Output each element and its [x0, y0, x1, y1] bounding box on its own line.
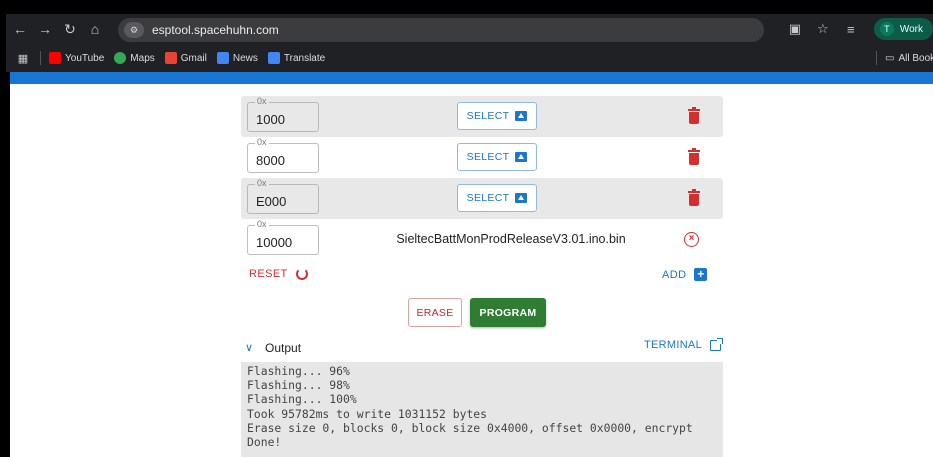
offset-field[interactable]: 0x E000 [247, 178, 319, 214]
profile-label: Work [899, 23, 923, 35]
delete-icon[interactable] [688, 148, 700, 165]
youtube-icon [49, 52, 61, 64]
console-line: Flashing... 98% [247, 378, 350, 393]
erase-button[interactable]: ERASE [408, 298, 462, 327]
bookmarks-divider [876, 51, 877, 65]
offset-prefix-label: 0x [255, 137, 269, 147]
offset-prefix-label: 0x [255, 219, 269, 229]
offset-field[interactable]: 0x 8000 [247, 137, 319, 173]
bookmark-label: News [232, 52, 258, 64]
address-bar[interactable]: ⚙ esptool.spacehuhn.com [118, 18, 764, 42]
offset-value: 8000 [256, 153, 285, 168]
flash-row: 0x 10000 SieltecBattMonProdReleaseV3.01.… [241, 219, 723, 260]
bookmark-maps[interactable]: Maps [114, 52, 155, 64]
output-title: Output [265, 341, 302, 355]
upload-icon [515, 152, 528, 162]
console-line: Done! [247, 435, 282, 450]
add-icon: + [694, 268, 708, 281]
page-content: 0x 1000 SELECT 0x 8000 SELECT 0x E000 SE… [10, 72, 933, 457]
select-file-button[interactable]: SELECT [457, 143, 537, 171]
delete-icon[interactable] [688, 189, 700, 206]
terminal-button[interactable]: TERMINAL [643, 337, 723, 351]
clear-file-icon[interactable]: × [684, 232, 699, 247]
gmail-icon [164, 52, 177, 64]
add-button[interactable]: ADD + [662, 268, 708, 281]
offset-prefix-label: 0x [255, 96, 269, 106]
reset-button[interactable]: RESET [249, 268, 308, 280]
reset-icon [295, 268, 308, 280]
news-icon [216, 52, 229, 64]
reading-list-icon[interactable]: ≡ [840, 18, 862, 40]
bookmark-label: Maps [130, 52, 155, 64]
upload-icon [515, 111, 528, 121]
select-label: SELECT [466, 151, 510, 163]
flash-row: 0x 8000 SELECT [241, 137, 723, 178]
home-icon[interactable]: ⌂ [84, 18, 106, 40]
translate-icon [267, 52, 280, 64]
bookmark-youtube[interactable]: YouTube [49, 52, 104, 64]
delete-icon[interactable] [688, 107, 700, 124]
chevron-down-icon[interactable]: ∨ [245, 341, 253, 354]
offset-value: 10000 [256, 235, 293, 250]
profile-avatar: T [879, 22, 894, 36]
apps-grid-icon[interactable]: ▦ [14, 49, 32, 67]
offset-value: 1000 [256, 112, 285, 127]
offset-field[interactable]: 0x 10000 [247, 219, 319, 255]
console-line: Erase size 0, blocks 0, block size 0x400… [247, 420, 693, 435]
toolbar-right: ▣ ☆ ≡ T Work [784, 17, 933, 41]
bookmark-star-icon[interactable]: ☆ [812, 18, 834, 40]
flash-row: 0x E000 SELECT [241, 178, 723, 219]
site-info-icon[interactable]: ⚙ [124, 22, 144, 38]
reset-label: RESET [249, 268, 288, 280]
all-bookmarks[interactable]: ▭ All Bookmar [868, 46, 933, 70]
browser-chrome: ← → ↻ ⌂ ⚙ esptool.spacehuhn.com ▣ ☆ ≡ T … [6, 6, 933, 72]
select-label: SELECT [466, 192, 510, 204]
cast-icon[interactable]: ▣ [784, 18, 806, 40]
tab-strip [6, 6, 933, 14]
offset-value: E000 [256, 194, 287, 209]
reload-icon[interactable]: ↻ [59, 18, 81, 40]
bookmark-label: Translate [283, 52, 326, 64]
upload-icon [515, 193, 528, 203]
offset-field[interactable]: 0x 1000 [247, 96, 319, 132]
bookmark-label: Gmail [180, 52, 207, 64]
url-text[interactable]: esptool.spacehuhn.com [152, 23, 279, 37]
maps-pin-icon [114, 52, 127, 64]
offset-prefix-label: 0x [255, 178, 269, 188]
console-line: Flashing... 100% [247, 392, 357, 407]
bookmarks-bar: ▦ YouTube Maps Gmail News Translate ▭ Al… [6, 46, 933, 70]
all-bookmarks-label: All Bookmar [898, 52, 933, 64]
app-bar [10, 72, 933, 84]
flash-row: 0x 1000 SELECT [241, 96, 723, 137]
terminal-label: TERMINAL [643, 339, 702, 351]
forward-arrow-icon[interactable]: → [34, 18, 56, 40]
output-console[interactable]: Flashing... 96% Flashing... 98% Flashing… [241, 362, 723, 457]
add-label: ADD [662, 268, 687, 281]
select-label: SELECT [466, 110, 510, 122]
folder-icon: ▭ [885, 52, 895, 64]
open-external-icon [710, 337, 723, 351]
profile-chip[interactable]: T Work [873, 18, 933, 40]
browser-toolbar: ← → ↻ ⌂ ⚙ esptool.spacehuhn.com ▣ ☆ ≡ T … [6, 14, 933, 44]
selected-filename: SieltecBattMonProdReleaseV3.01.ino.bin [396, 232, 626, 246]
bookmarks-divider [40, 51, 41, 65]
bookmark-gmail[interactable]: Gmail [164, 52, 207, 64]
bookmark-label: YouTube [65, 52, 105, 64]
output-header[interactable]: ∨ Output TERMINAL [241, 336, 723, 360]
console-line: Flashing... 96% [247, 364, 350, 378]
program-button[interactable]: PROGRAM [470, 298, 546, 327]
select-file-button[interactable]: SELECT [457, 102, 537, 130]
bookmark-translate[interactable]: Translate [267, 52, 326, 64]
select-file-button[interactable]: SELECT [457, 184, 537, 212]
bookmark-news[interactable]: News [216, 52, 258, 64]
console-line: Took 95782ms to write 1031152 bytes [247, 406, 488, 421]
back-arrow-icon[interactable]: ← [9, 18, 31, 40]
